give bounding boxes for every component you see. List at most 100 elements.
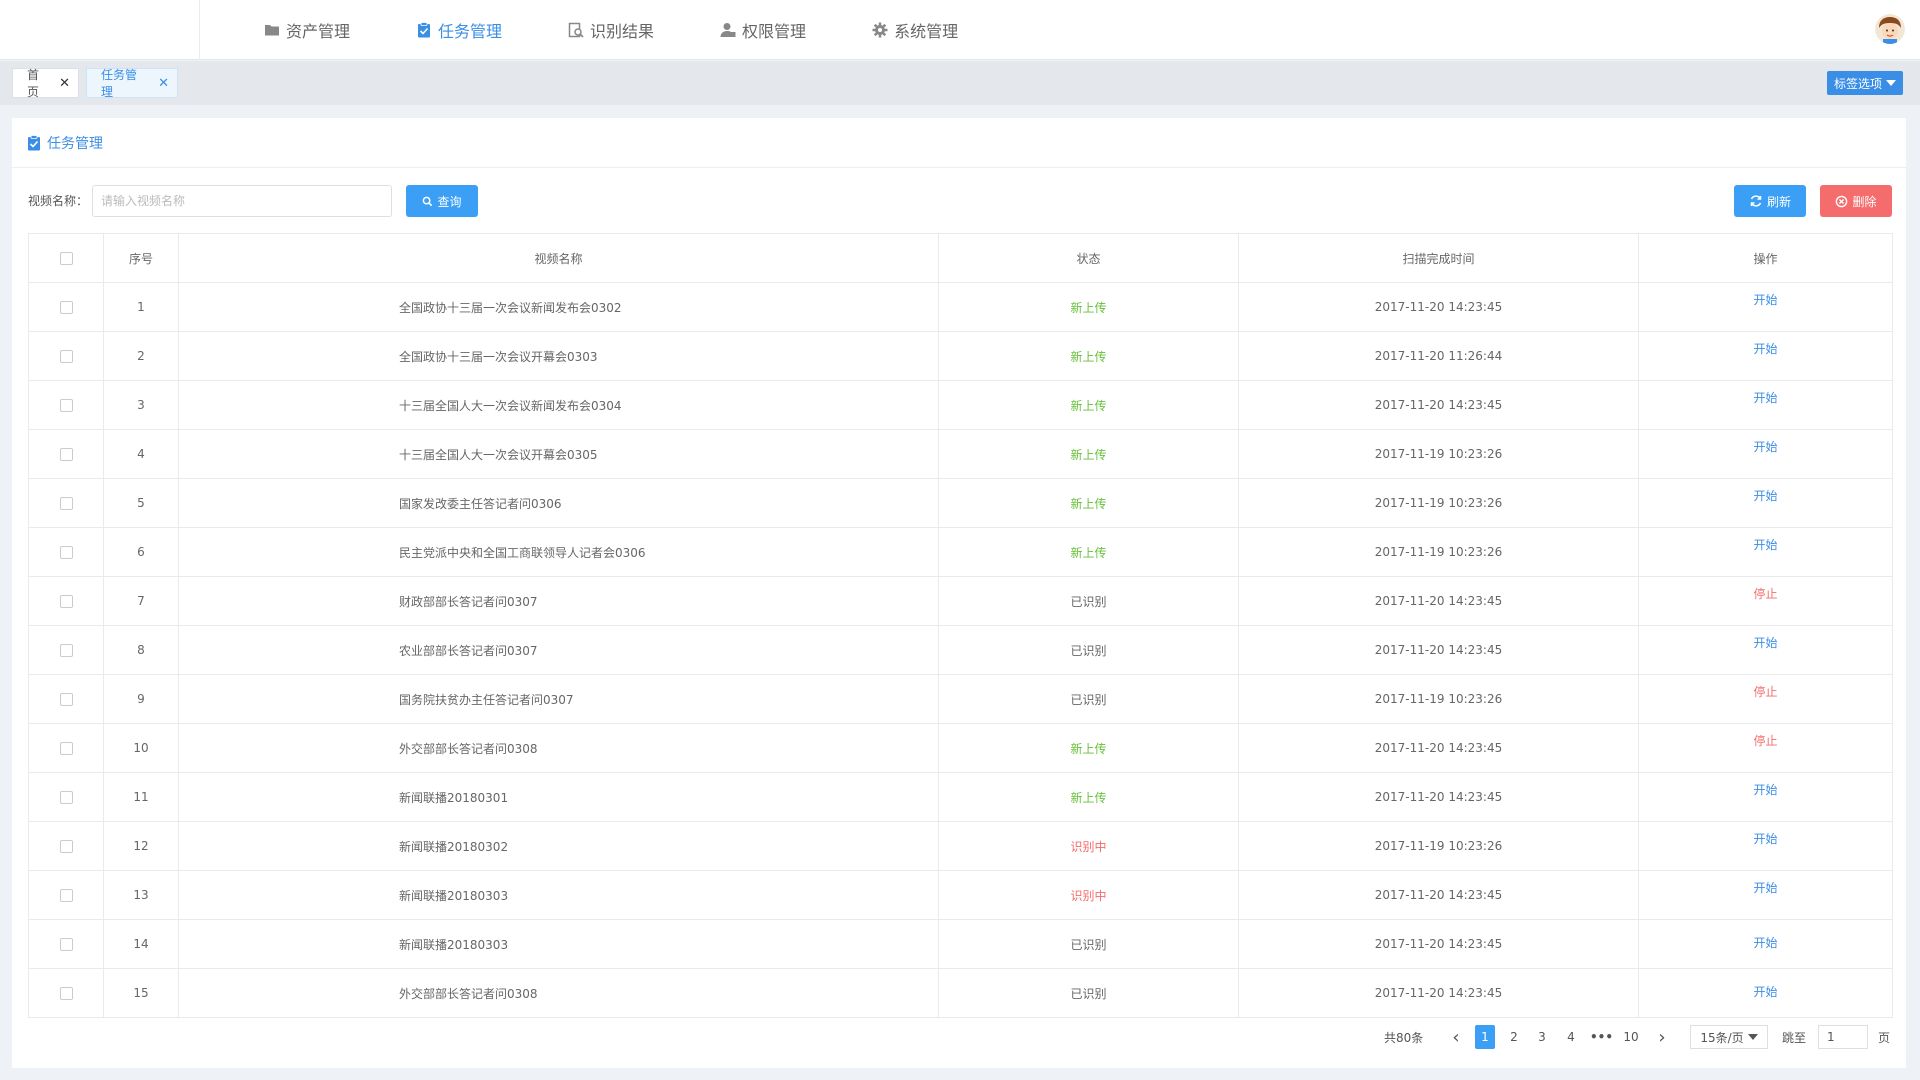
row-checkbox[interactable] [59, 889, 73, 902]
row-select-cell [28, 723, 104, 773]
row-checkbox[interactable] [59, 742, 73, 755]
row-select-cell [28, 478, 104, 528]
row-start-link[interactable]: 开始 [1753, 293, 1777, 307]
row-video-name: 全国政协十三届一次会议新闻发布会0302 [178, 282, 939, 332]
page-2[interactable]: 2 [1504, 1025, 1524, 1049]
row-no: 5 [103, 478, 179, 528]
table-row: 8 农业部部长答记者问0307 已识别 2017-11-20 14:23:45 开始 [28, 625, 1893, 675]
tag-label: 首页 [27, 68, 40, 99]
top-navbar: 资产管理 任务管理 识别结果 权限管理 系统管理 [0, 0, 1920, 60]
tag-home[interactable]: 首页 ✕ [12, 68, 79, 99]
row-no: 1 [103, 282, 179, 332]
row-start-link[interactable]: 开始 [1753, 636, 1777, 650]
row-checkbox[interactable] [59, 546, 73, 559]
row-checkbox[interactable] [59, 644, 73, 657]
row-scan-time: 2017-11-20 14:23:45 [1238, 919, 1639, 969]
table-row: 1 全国政协十三届一次会议新闻发布会0302 新上传 2017-11-20 14:23… [28, 282, 1893, 332]
nav-item-system[interactable]: 系统管理 [872, 18, 958, 42]
row-scan-time: 2017-11-20 14:23:45 [1238, 282, 1639, 332]
row-scan-time: 2017-11-19 10:23:26 [1238, 821, 1639, 871]
row-start-link[interactable]: 开始 [1753, 783, 1777, 797]
row-start-link[interactable]: 开始 [1753, 342, 1777, 356]
row-scan-time: 2017-11-20 14:23:45 [1238, 576, 1639, 626]
goto-page-input[interactable] [1818, 1025, 1868, 1049]
row-video-name: 国务院扶贫办主任答记者问0307 [178, 674, 939, 724]
row-video-name: 新闻联播20180303 [178, 870, 939, 920]
row-operation-cell: 开始 [1638, 821, 1893, 871]
header-operation: 操作 [1638, 233, 1893, 283]
table-row: 5 国家发改委主任答记者问0306 新上传 2017-11-19 10:23:26 开始 [28, 478, 1893, 528]
row-start-link[interactable]: 开始 [1753, 881, 1777, 895]
row-checkbox[interactable] [59, 938, 73, 951]
row-operation-cell: 开始 [1638, 625, 1893, 675]
row-scan-time: 2017-11-19 10:23:26 [1238, 429, 1639, 479]
row-start-link[interactable]: 开始 [1753, 832, 1777, 846]
row-checkbox[interactable] [59, 399, 73, 412]
nav-item-permissions[interactable]: 权限管理 [720, 18, 806, 42]
row-start-link[interactable]: 开始 [1753, 440, 1777, 454]
table-body: 1 全国政协十三届一次会议新闻发布会0302 新上传 2017-11-20 14:23… [28, 282, 1893, 1018]
row-select-cell [28, 674, 104, 724]
select-all-cell [28, 233, 104, 283]
nav-item-label: 权限管理 [742, 22, 807, 41]
tag-options-button[interactable]: 标签选项 [1827, 71, 1903, 95]
close-icon[interactable]: ✕ [158, 76, 169, 91]
row-checkbox[interactable] [59, 497, 73, 510]
row-status: 已识别 [938, 968, 1239, 1018]
delete-button[interactable]: 删除 [1820, 185, 1892, 217]
page-1[interactable]: 1 [1475, 1025, 1495, 1049]
refresh-button[interactable]: 刷新 [1734, 185, 1806, 217]
row-no: 3 [103, 380, 179, 430]
close-icon[interactable]: ✕ [59, 76, 70, 91]
page-3[interactable]: 3 [1532, 1025, 1552, 1049]
row-video-name: 十三届全国人大一次会议开幕会0305 [178, 429, 939, 479]
row-checkbox[interactable] [59, 448, 73, 461]
search-row: 视频名称： 查询 刷新 删除 [12, 168, 1906, 232]
table-row: 14 新闻联播20180303 已识别 2017-11-20 14:23:45 开始 [28, 919, 1893, 969]
row-status: 识别中 [938, 821, 1239, 871]
nav-item-label: 任务管理 [438, 22, 503, 41]
page-4[interactable]: 4 [1561, 1025, 1581, 1049]
user-avatar[interactable] [1875, 14, 1905, 44]
nav-item-assets[interactable]: 资产管理 [264, 18, 350, 42]
pagination: 共80条 ‹ 1 2 3 4 ••• 10 › 15条/页 跳至 页 [12, 1022, 1906, 1052]
row-scan-time: 2017-11-20 14:23:45 [1238, 968, 1639, 1018]
row-operation-cell: 开始 [1638, 870, 1893, 920]
row-select-cell [28, 625, 104, 675]
total-count: 共80条 [1384, 1031, 1424, 1045]
row-scan-time: 2017-11-19 10:23:26 [1238, 527, 1639, 577]
table-row: 4 十三届全国人大一次会议开幕会0305 新上传 2017-11-19 10:23:2… [28, 429, 1893, 479]
query-button[interactable]: 查询 [406, 185, 478, 217]
row-start-link[interactable]: 开始 [1753, 936, 1777, 950]
row-start-link[interactable]: 开始 [1753, 538, 1777, 552]
row-operation-cell: 停止 [1638, 674, 1893, 724]
row-no: 11 [103, 772, 179, 822]
nav-item-tasks[interactable]: 任务管理 [416, 18, 502, 42]
row-checkbox[interactable] [59, 595, 73, 608]
row-no: 2 [103, 331, 179, 381]
page-10[interactable]: 10 [1621, 1025, 1641, 1049]
row-stop-link[interactable]: 停止 [1753, 685, 1777, 699]
row-start-link[interactable]: 开始 [1753, 391, 1777, 405]
row-select-cell [28, 380, 104, 430]
row-start-link[interactable]: 开始 [1753, 985, 1777, 999]
row-checkbox[interactable] [59, 301, 73, 314]
row-checkbox[interactable] [59, 350, 73, 363]
row-checkbox[interactable] [59, 693, 73, 706]
prev-page-button[interactable]: ‹ [1446, 1025, 1466, 1049]
page-size-select[interactable]: 15条/页 [1690, 1025, 1768, 1049]
row-start-link[interactable]: 开始 [1753, 489, 1777, 503]
video-name-input[interactable] [92, 185, 392, 217]
select-all-checkbox[interactable] [59, 252, 73, 265]
row-operation-cell: 开始 [1638, 919, 1893, 969]
next-page-button[interactable]: › [1652, 1025, 1672, 1049]
row-video-name: 新闻联播20180301 [178, 772, 939, 822]
page-ellipsis[interactable]: ••• [1590, 1025, 1613, 1049]
row-stop-link[interactable]: 停止 [1753, 734, 1777, 748]
nav-item-results[interactable]: 识别结果 [568, 18, 654, 42]
row-checkbox[interactable] [59, 791, 73, 804]
row-checkbox[interactable] [59, 840, 73, 853]
row-stop-link[interactable]: 停止 [1753, 587, 1777, 601]
tag-tasks[interactable]: 任务管理 ✕ [86, 68, 178, 99]
row-checkbox[interactable] [59, 987, 73, 1000]
